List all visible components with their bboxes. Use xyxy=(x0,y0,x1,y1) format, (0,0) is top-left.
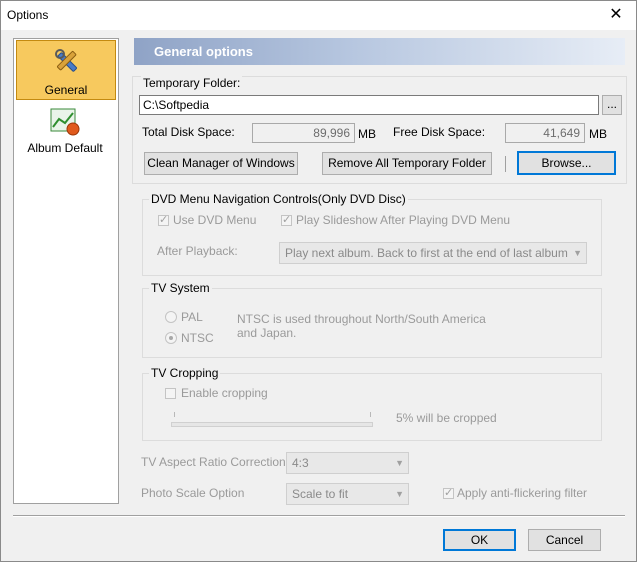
tv-system-note: NTSC is used throughout North/South Amer… xyxy=(237,312,486,340)
play-slideshow-label: Play Slideshow After Playing DVD Menu xyxy=(296,213,511,227)
after-playback-select[interactable]: Play next album. Back to first at the en… xyxy=(279,242,587,264)
free-disk-label: Free Disk Space: xyxy=(393,125,486,139)
aspect-ratio-select[interactable]: 4:3 ▼ xyxy=(286,452,409,474)
crop-slider-track[interactable] xyxy=(171,422,373,427)
sidebar-item-album-default[interactable]: Album Default xyxy=(16,103,114,161)
sidebar-item-general[interactable]: General xyxy=(16,40,116,100)
ok-button[interactable]: OK xyxy=(443,529,516,551)
crop-slider-tick xyxy=(370,412,371,417)
play-slideshow-checkbox[interactable] xyxy=(281,213,292,226)
crop-slider-tick xyxy=(174,412,175,417)
use-dvd-menu-checkbox[interactable] xyxy=(158,213,169,226)
divider xyxy=(13,515,625,517)
chevron-down-icon: ▼ xyxy=(395,458,404,468)
ntsc-radio[interactable] xyxy=(165,332,177,344)
photo-scale-value: Scale to fit xyxy=(292,487,349,501)
chevron-down-icon: ▼ xyxy=(395,489,404,499)
close-button[interactable]: ✕ xyxy=(596,1,636,30)
dvd-menu-group: DVD Menu Navigation Controls(Only DVD Di… xyxy=(142,192,602,276)
after-playback-label: After Playback: xyxy=(157,244,238,258)
crop-amount-text: 5% will be cropped xyxy=(396,411,497,425)
photo-scale-select[interactable]: Scale to fit ▼ xyxy=(286,483,409,505)
browse-button[interactable]: Browse... xyxy=(517,151,616,175)
aspect-ratio-value: 4:3 xyxy=(292,456,309,470)
aspect-ratio-label: TV Aspect Ratio Correction xyxy=(141,455,286,469)
tv-cropping-group: TV Cropping xyxy=(142,366,602,441)
group-title: TV System xyxy=(149,281,212,295)
group-title: TV Cropping xyxy=(149,366,221,380)
total-disk-unit: MB xyxy=(358,127,376,141)
category-sidebar: General Album Default xyxy=(13,38,119,504)
enable-cropping-label: Enable cropping xyxy=(181,386,268,400)
section-header: General options xyxy=(134,38,625,65)
sidebar-item-label: Album Default xyxy=(27,141,103,155)
clean-manager-button[interactable]: Clean Manager of Windows xyxy=(144,152,298,175)
chart-icon xyxy=(49,107,81,140)
free-disk-unit: MB xyxy=(589,127,607,141)
photo-scale-label: Photo Scale Option xyxy=(141,486,245,500)
temp-folder-path-input[interactable]: C:\Softpedia xyxy=(139,95,599,115)
use-dvd-menu-label: Use DVD Menu xyxy=(173,213,257,227)
cancel-button[interactable]: Cancel xyxy=(528,529,601,551)
anti-flicker-checkbox[interactable] xyxy=(443,486,454,499)
sidebar-item-label: General xyxy=(44,83,88,97)
pal-label: PAL xyxy=(181,310,203,324)
browse-small-button[interactable]: ... xyxy=(602,95,622,115)
total-disk-label: Total Disk Space: xyxy=(142,125,235,139)
enable-cropping-checkbox[interactable] xyxy=(165,388,176,399)
anti-flicker-label: Apply anti-flickering filter xyxy=(457,486,588,500)
group-title: DVD Menu Navigation Controls(Only DVD Di… xyxy=(149,192,408,206)
after-playback-value: Play next album. Back to first at the en… xyxy=(285,246,568,260)
chevron-down-icon: ▼ xyxy=(573,248,582,258)
pal-radio[interactable] xyxy=(165,311,177,323)
tools-icon xyxy=(53,47,81,78)
window-title: Options xyxy=(7,8,49,22)
total-disk-value: 89,996 xyxy=(252,123,355,143)
free-disk-value: 41,649 xyxy=(505,123,585,143)
title-bar: Options ✕ xyxy=(1,1,636,30)
options-dialog: Options ✕ General Album Default General … xyxy=(0,0,637,562)
group-title: Temporary Folder: xyxy=(141,76,243,90)
separator xyxy=(505,156,506,172)
remove-temp-folder-button[interactable]: Remove All Temporary Folder xyxy=(322,152,492,175)
page-title: General options xyxy=(154,44,253,59)
ntsc-label: NTSC xyxy=(181,331,214,345)
